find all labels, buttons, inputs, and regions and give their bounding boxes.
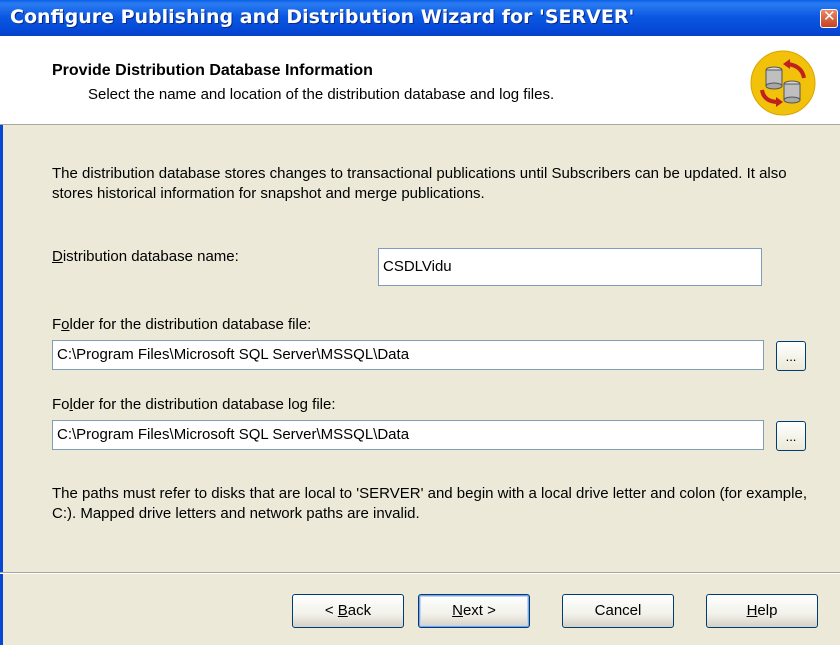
wizard-header: Provide Distribution Database Informatio… [0,36,840,125]
description-text: The distribution database stores changes… [52,165,787,202]
close-button[interactable]: ✕ [820,7,838,28]
db-name-input[interactable]: CSDLVidu [378,248,762,286]
back-button[interactable]: < Back [292,594,404,628]
title-bar[interactable]: Configure Publishing and Distribution Wi… [0,0,840,36]
close-icon: ✕ [823,7,836,25]
cancel-button[interactable]: Cancel [562,594,674,628]
data-folder-label: Folder for the distribution database fil… [52,316,312,333]
header-subtitle: Select the name and location of the dist… [88,86,555,103]
log-folder-browse-button[interactable]: ... [776,421,806,451]
window-border [0,36,3,645]
window-title: Configure Publishing and Distribution Wi… [10,6,635,28]
help-button[interactable]: Help [706,594,818,628]
paths-note-text: The paths must refer to disks that are l… [52,485,807,522]
next-button[interactable]: Next > [418,594,530,628]
wizard-window: Configure Publishing and Distribution Wi… [0,0,840,645]
data-folder-browse-button[interactable]: ... [776,341,806,371]
db-name-label: Distribution database name: [52,248,239,265]
data-folder-input[interactable]: C:\Program Files\Microsoft SQL Server\MS… [52,340,764,370]
header-title: Provide Distribution Database Informatio… [52,62,373,79]
database-replication-icon [750,50,816,116]
log-folder-label: Folder for the distribution database log… [52,396,336,413]
footer-separator [0,572,840,574]
log-folder-input[interactable]: C:\Program Files\Microsoft SQL Server\MS… [52,420,764,450]
